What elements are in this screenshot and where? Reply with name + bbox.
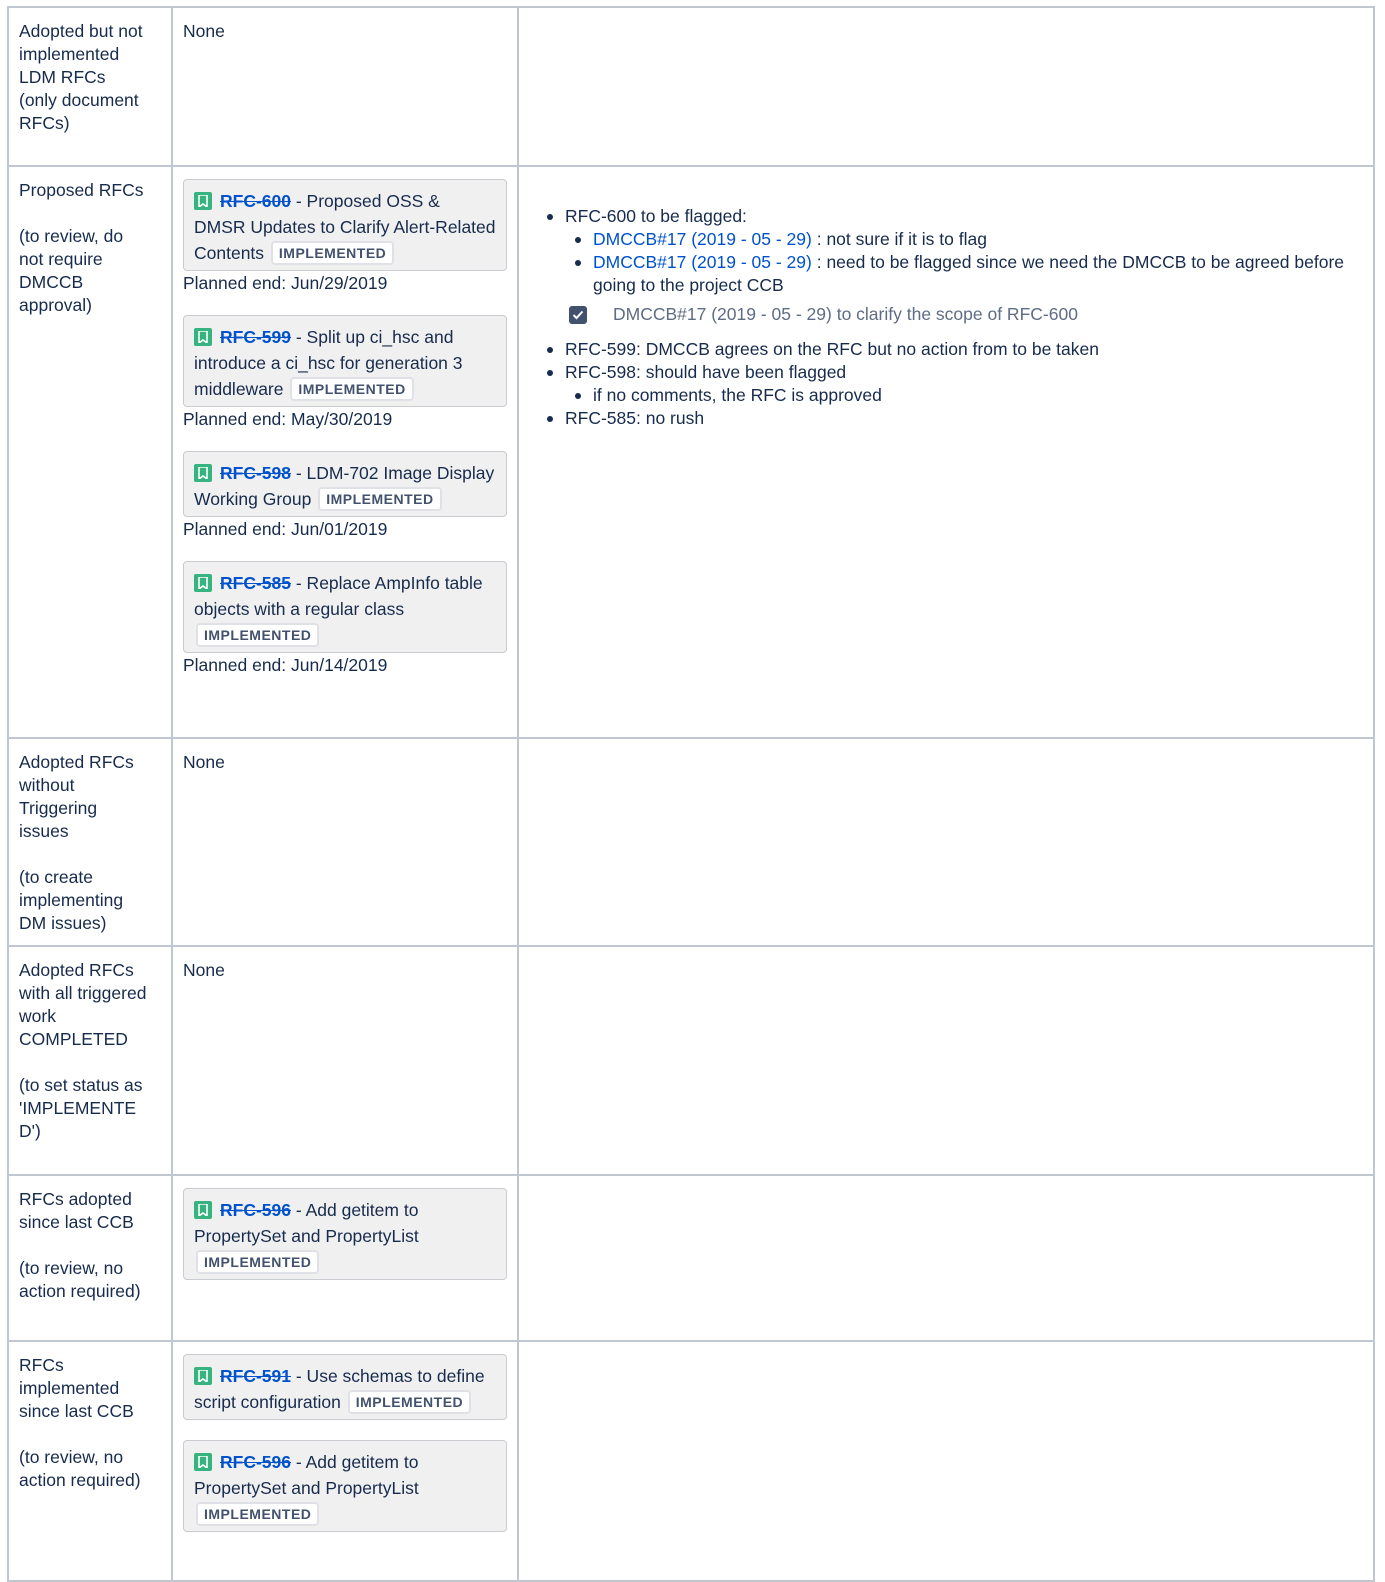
issue-key-link[interactable]: RFC-591 [220, 1366, 291, 1386]
table-row: Proposed RFCs (to review, do not require… [7, 165, 1375, 739]
row-label: Adopted RFCs with all triggered work COM… [19, 960, 147, 1049]
list-item: if no comments, the RFC is approved [575, 384, 1363, 407]
table-row: Adopted RFCs with all triggered work COM… [7, 945, 1375, 1176]
row-label: RFCs implemented since last CCB [19, 1355, 134, 1421]
ccb-table: Adopted but not implemented LDM RFCs (on… [7, 6, 1375, 1582]
note-text: if no comments, the RFC is approved [593, 385, 882, 405]
row-sublabel: (to review, no action required) [19, 1447, 141, 1490]
issue-key-link[interactable]: RFC-600 [220, 191, 291, 211]
notes-cell [517, 945, 1375, 1176]
notes-cell [517, 737, 1375, 947]
meeting-link[interactable]: DMCCB#17 (2019 - 05 - 29) [593, 229, 812, 249]
issue-key-link[interactable]: RFC-596 [220, 1452, 291, 1472]
status-badge: IMPLEMENTED [318, 487, 442, 511]
rfc-list-cell: RFC-591 - Use schemas to define script c… [171, 1340, 519, 1582]
planned-end: Planned end: Jun/01/2019 [183, 519, 388, 539]
meeting-link[interactable]: DMCCB#17 (2019 - 05 - 29) [593, 252, 812, 272]
story-icon [194, 1201, 212, 1219]
story-icon [194, 328, 212, 346]
rfc-list-cell: RFC-600 - Proposed OSS & DMSR Updates to… [171, 165, 519, 739]
row-label: Adopted but not implemented LDM RFCs (on… [19, 21, 143, 133]
rfc-list-cell: None [171, 737, 519, 947]
note-text: RFC-599: DMCCB agrees on the RFC but no … [565, 339, 1099, 359]
issue-key-link[interactable]: RFC-598 [220, 463, 291, 483]
jira-issue-card[interactable]: RFC-596 - Add getitem to PropertySet and… [183, 1188, 507, 1280]
rfc-list-cell: RFC-596 - Add getitem to PropertySet and… [171, 1174, 519, 1342]
story-icon [194, 574, 212, 592]
notes-cell [517, 1174, 1375, 1342]
row-label-cell: Adopted RFCs without Triggering issues (… [7, 737, 173, 947]
story-icon [194, 192, 212, 210]
row-label-cell: Adopted RFCs with all triggered work COM… [7, 945, 173, 1176]
planned-end: Planned end: Jun/29/2019 [183, 273, 388, 293]
list-item: DMCCB#17 (2019 - 05 - 29) : need to be f… [575, 251, 1363, 297]
notes-list: RFC-600 to be flagged: DMCCB#17 (2019 - … [529, 205, 1363, 430]
row-label: Adopted RFCs without Triggering issues [19, 752, 134, 841]
note-text: RFC-585: no rush [565, 408, 705, 428]
task-item: DMCCB#17 (2019 - 05 - 29) to clarify the… [565, 303, 1363, 326]
none-text: None [183, 752, 225, 772]
task-text: DMCCB#17 (2019 - 05 - 29) to clarify the… [613, 304, 1078, 324]
row-sublabel: (to review, no action required) [19, 1258, 141, 1301]
jira-issue-card[interactable]: RFC-599 - Split up ci_hsc and introduce … [183, 315, 507, 407]
issue-key-link[interactable]: RFC-585 [220, 573, 291, 593]
row-label: Proposed RFCs [19, 180, 144, 200]
jira-issue-card[interactable]: RFC-585 - Replace AmpInfo table objects … [183, 561, 507, 653]
row-sublabel: (to set status as 'IMPLEMENTED') [19, 1075, 143, 1141]
note-text: RFC-600 to be flagged: [565, 206, 747, 226]
status-badge: IMPLEMENTED [196, 1502, 320, 1526]
row-sublabel: (to create implementing DM issues) [19, 867, 124, 933]
status-badge: IMPLEMENTED [270, 241, 395, 265]
notes-cell: RFC-600 to be flagged: DMCCB#17 (2019 - … [517, 165, 1375, 739]
note-text: RFC-598: should have been flagged [565, 362, 847, 382]
row-label: RFCs adopted since last CCB [19, 1189, 134, 1232]
table-row: RFCs adopted since last CCB (to review, … [7, 1174, 1375, 1342]
notes-cell [517, 1340, 1375, 1582]
issue-key-link[interactable]: RFC-596 [220, 1200, 291, 1220]
status-badge: IMPLEMENTED [196, 623, 320, 647]
notes-cell [517, 6, 1375, 167]
status-badge: IMPLEMENTED [290, 377, 414, 401]
planned-end: Planned end: May/30/2019 [183, 409, 393, 429]
list-item: RFC-585: no rush [547, 407, 1363, 430]
rfc-list-cell: None [171, 945, 519, 1176]
issue-key-link[interactable]: RFC-599 [220, 327, 291, 347]
row-sublabel: (to review, do not require DMCCB approva… [19, 226, 124, 315]
status-badge: IMPLEMENTED [347, 1390, 472, 1414]
jira-issue-card[interactable]: RFC-591 - Use schemas to define script c… [183, 1354, 507, 1420]
table-row: Adopted RFCs without Triggering issues (… [7, 737, 1375, 947]
story-icon [194, 1453, 212, 1471]
note-text: : not sure if it is to flag [811, 229, 987, 249]
jira-issue-card[interactable]: RFC-596 - Add getitem to PropertySet and… [183, 1440, 507, 1532]
none-text: None [183, 960, 225, 980]
checkbox-checked-icon[interactable] [569, 305, 587, 324]
jira-issue-card[interactable]: RFC-598 - LDM-702 Image Display Working … [183, 451, 507, 517]
none-text: None [183, 21, 225, 41]
status-badge: IMPLEMENTED [196, 1250, 320, 1274]
row-label-cell: RFCs implemented since last CCB (to revi… [7, 1340, 173, 1582]
row-label-cell: RFCs adopted since last CCB (to review, … [7, 1174, 173, 1342]
list-item: RFC-599: DMCCB agrees on the RFC but no … [547, 338, 1363, 361]
list-item: RFC-600 to be flagged: DMCCB#17 (2019 - … [547, 205, 1363, 326]
table-row: RFCs implemented since last CCB (to revi… [7, 1340, 1375, 1582]
story-icon [194, 1367, 212, 1385]
story-icon [194, 464, 212, 482]
table-row: Adopted but not implemented LDM RFCs (on… [7, 6, 1375, 167]
rfc-list-cell: None [171, 6, 519, 167]
list-item: RFC-598: should have been flagged if no … [547, 361, 1363, 407]
list-item: DMCCB#17 (2019 - 05 - 29) : not sure if … [575, 228, 1363, 251]
jira-issue-card[interactable]: RFC-600 - Proposed OSS & DMSR Updates to… [183, 179, 507, 271]
planned-end: Planned end: Jun/14/2019 [183, 655, 388, 675]
row-label-cell: Proposed RFCs (to review, do not require… [7, 165, 173, 739]
row-label-cell: Adopted but not implemented LDM RFCs (on… [7, 6, 173, 167]
